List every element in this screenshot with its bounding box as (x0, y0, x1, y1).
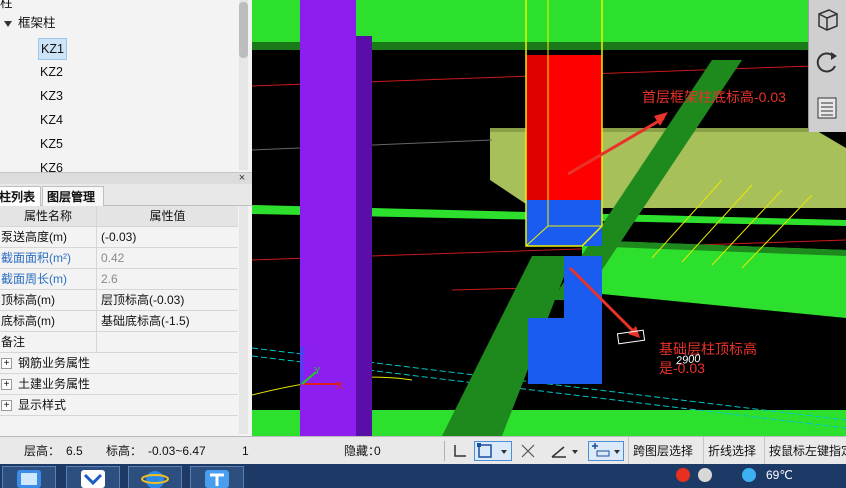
elevation-value: -0.03~6.47 (148, 444, 206, 458)
tree-item-kz3[interactable]: KZ3 (38, 86, 65, 106)
tab-column-list[interactable]: 柱列表 (0, 186, 41, 206)
tray-help-icon[interactable] (698, 468, 712, 482)
cross-layer-select-button[interactable]: 跨图层选择 (628, 437, 697, 465)
selection-count: 1 (242, 444, 249, 458)
property-group-name: 钢筋业务属性 (18, 356, 91, 370)
axis-x-label: X (336, 380, 344, 392)
expand-plus-icon[interactable]: + (1, 358, 12, 370)
property-scrollbar-track[interactable] (239, 206, 248, 434)
floor-height-value: 6.5 (66, 444, 83, 458)
annotation-column-bottom-elevation: 首层框架柱底标高-0.03 (642, 89, 786, 105)
tree-item-kz6[interactable]: KZ6 (38, 158, 65, 172)
property-value[interactable]: 基础底标高(-1.5) (97, 311, 238, 332)
snap-box-button[interactable] (474, 441, 512, 461)
axis-z-label: Z (299, 346, 306, 357)
rotate-icon[interactable] (813, 48, 841, 74)
table-header: 属性名称 属性值 (0, 206, 238, 227)
axis-y-label: Y (314, 366, 321, 377)
expand-plus-icon[interactable]: + (1, 400, 12, 412)
property-row[interactable]: 顶标高(m) 层顶标高(-0.03) (0, 290, 238, 311)
tree-item-kz2[interactable]: KZ2 (38, 62, 65, 82)
property-value[interactable]: (-0.03) (97, 227, 238, 248)
purple-column (300, 0, 356, 436)
property-name: 截面面积(m²) (0, 248, 97, 269)
elevation-label: 标高： (106, 444, 143, 458)
property-group-row[interactable]: + 土建业务属性 (0, 374, 238, 395)
tray-weather-text: 69℃ (766, 468, 793, 482)
property-row[interactable]: 泵送高度(m) (-0.03) (0, 227, 238, 248)
property-row[interactable]: 截面周长(m) 2.6 (0, 269, 238, 290)
tab-layer-management[interactable]: 图层管理 (42, 186, 104, 206)
panel-divider[interactable] (0, 172, 252, 184)
floor-height-label: 层高： (24, 444, 61, 458)
polyline-select-button[interactable]: 折线选择 (703, 437, 760, 465)
tree-item-kz4[interactable]: KZ4 (38, 110, 65, 130)
property-value[interactable]: 层顶标高(-0.03) (97, 290, 238, 311)
dimension-label: 2900 (675, 352, 702, 368)
property-row[interactable]: 底标高(m) 基础底标高(-1.5) (0, 311, 238, 332)
tray-temperature-icon[interactable] (742, 468, 756, 482)
blue-column-top (526, 200, 602, 246)
view-toolbar (808, 0, 846, 132)
hidden-value: 0 (374, 444, 381, 458)
3d-cube-icon[interactable] (813, 4, 841, 31)
annotation-foundation-column-top: 基础层柱顶标高 是-0.03 (659, 340, 757, 378)
property-value[interactable] (97, 332, 238, 353)
property-name: 底标高(m) (0, 311, 97, 332)
property-name: 备注 (0, 332, 97, 353)
taskbar-app-glodon-icon[interactable] (2, 466, 56, 488)
property-value[interactable]: 2.6 (97, 269, 238, 290)
dimension-snap-button[interactable] (588, 441, 624, 461)
property-panel: 柱列表 图层管理 属性名称 属性值 泵送高度(m) (-0.03) 截面面积(m²)… (0, 184, 252, 436)
taskbar-app-t-icon[interactable] (190, 466, 244, 488)
expand-plus-icon[interactable]: + (1, 379, 12, 391)
column-header-value: 属性值 (149, 209, 186, 223)
property-value[interactable]: 0.42 (97, 248, 238, 269)
tray-input-method-icon[interactable] (676, 468, 690, 482)
property-name: 泵送高度(m) (0, 227, 97, 248)
property-group-name: 显示样式 (18, 398, 67, 412)
taskbar-app-edit-icon[interactable] (66, 466, 120, 488)
status-bar: 层高： 6.5 标高： -0.03~6.47 1 隐藏： 0 跨图层选择 折线选… (0, 436, 846, 465)
tree-scrollbar-thumb[interactable] (239, 2, 248, 58)
property-name: 顶标高(m) (0, 290, 97, 311)
angle-snap-icon[interactable] (548, 441, 582, 461)
collapse-triangle-icon[interactable] (4, 20, 12, 27)
property-group-row[interactable]: + 钢筋业务属性 (0, 353, 238, 374)
column-header-name: 属性名称 (0, 206, 97, 227)
property-group-name: 土建业务属性 (18, 377, 91, 391)
tree-node-label: 框架柱 (18, 16, 56, 30)
purple-column-side (356, 36, 372, 436)
property-tabs: 柱列表 图层管理 (0, 184, 252, 206)
taskbar: 69℃ (0, 464, 846, 488)
taskbar-app-ie-icon[interactable] (128, 466, 182, 488)
layer-settings-icon[interactable] (813, 92, 841, 119)
annotation-line-1: 基础层柱顶标高 (659, 341, 757, 357)
property-row[interactable]: 截面面积(m²) 0.42 (0, 248, 238, 269)
component-tree-panel: 柱 框架柱 KZ1 KZ2 KZ3 KZ4 KZ5 KZ6 (0, 0, 252, 172)
close-icon[interactable]: × (236, 172, 248, 184)
orthogonal-icon[interactable] (450, 441, 470, 461)
tree-item-kz1[interactable]: KZ1 (38, 38, 67, 60)
tree-category-cut[interactable]: 柱 (0, 0, 13, 13)
mouse-left-specify-button[interactable]: 按鼠标左键指定 (764, 437, 846, 465)
tree-item-kz5[interactable]: KZ5 (38, 134, 65, 154)
property-row[interactable]: 备注 (0, 332, 238, 353)
tree-node-frame-column[interactable]: 框架柱 (4, 13, 56, 33)
3d-viewport[interactable]: 首层框架柱底标高-0.03 基础层柱顶标高 是-0.03 2900 Z Y X (252, 0, 846, 436)
property-group-row[interactable]: + 显示样式 (0, 395, 238, 416)
cross-snap-icon[interactable] (518, 441, 538, 461)
annotation-line-2: 是-0.03 (659, 360, 705, 376)
property-name: 截面周长(m) (0, 269, 97, 290)
